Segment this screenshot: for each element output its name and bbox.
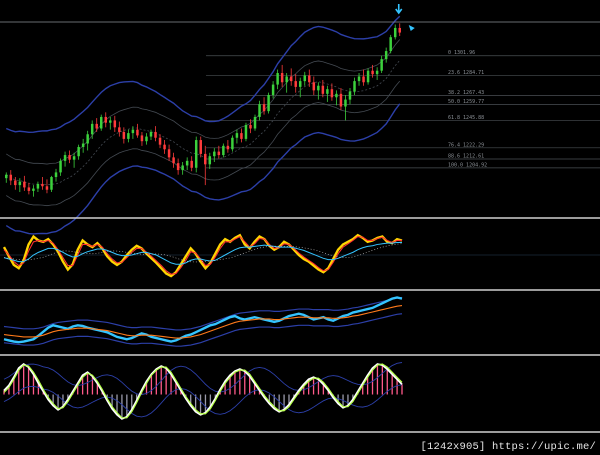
candle-body [357,76,361,82]
fibonacci-label: 0 1301.96 [448,50,475,56]
candle-body [375,70,379,75]
candle-body [262,104,266,112]
candle-body [118,127,121,132]
candle-body [194,140,198,168]
candle-body [249,125,252,129]
candle-body [154,131,157,138]
candle-body [380,59,383,71]
candle-body [312,82,316,91]
candle-body [131,129,135,134]
fibonacci-label: 38.2 1267.43 [448,90,484,96]
candle-body [199,140,202,154]
candle-body [280,73,284,83]
watermark-text: [1242x905] https://upic.me/ [419,441,597,453]
candle-body [14,180,17,186]
candle-body [258,104,261,117]
candle-body [240,133,243,139]
candle-body [362,76,365,83]
candle-body [167,149,171,158]
candle-body [231,137,234,150]
candle-body [285,76,288,83]
candle-body [9,174,13,181]
candle-body [181,165,184,171]
candle-body [330,89,334,98]
candle-body [109,120,112,123]
candle-body [81,143,85,147]
candle-body [149,131,153,137]
candle-body [41,183,44,187]
candle-body [371,70,374,75]
candle-body [158,137,162,145]
candle-body [23,181,26,188]
candle-body [32,188,35,191]
candle-body [36,183,40,189]
candle-body [384,51,388,60]
candle-body [389,37,392,52]
fibonacci-label: 100.0 1204.92 [448,162,487,168]
chart-canvas: 0 1301.96 23.6 1284.71 38.2 1267.43 50.0 12… [0,0,600,455]
candle-body [68,155,71,160]
fibonacci-label: 23.6 1284.71 [448,70,484,76]
candle-body [398,27,401,33]
candle-body [289,76,293,82]
fibonacci-label: 61.8 1245.88 [448,115,484,121]
candle-body [317,85,320,91]
fibonacci-label: 50.0 1259.77 [448,99,484,105]
candle-body [326,89,329,94]
candle-body [294,81,297,87]
candle-body [27,187,31,191]
candle-body [86,134,89,144]
candle-body [5,174,8,179]
candle-body [348,91,352,100]
candle-body [276,73,279,85]
candle-body [45,186,49,190]
candle-body [321,85,325,94]
candle-body [176,163,180,171]
candle-body [54,172,58,178]
candle-body [185,160,189,166]
candle-body [90,123,94,135]
candle-body [226,145,230,150]
candle-body [122,131,126,139]
candle-body [366,70,370,83]
candle-body [298,81,302,87]
candle-body [63,155,67,161]
candle-body [72,156,76,160]
candle-body [235,133,239,138]
candle-body [339,93,343,107]
candle-body [204,153,207,165]
candle-body [190,160,193,168]
candle-body [140,135,144,142]
candle-body [253,116,257,129]
candle-body [244,125,248,139]
candle-body [213,151,216,157]
fibonacci-label: 76.4 1222.29 [448,142,484,148]
candle-body [113,120,117,128]
candle-body [335,93,338,98]
candle-body [393,27,397,38]
candle-body [163,144,166,150]
candle-body [222,145,225,156]
candle-body [18,181,22,186]
candle-body [344,99,347,107]
candle-body [267,94,270,112]
candle-body [50,177,53,190]
candle-body [145,136,148,142]
candle-body [136,129,139,136]
candle-body [104,116,108,123]
candle-body [353,81,356,92]
candle-body [217,151,221,156]
candle-body [95,123,98,129]
candle-body [127,133,130,139]
candle-body [59,160,62,173]
candle-body [99,116,103,129]
candle-body [271,84,275,95]
candle-body [172,157,175,164]
candle-body [208,156,212,165]
candle-body [308,75,311,83]
fibonacci-label: 88.6 1212.61 [448,153,484,159]
candle-body [303,75,307,82]
candle-body [77,146,80,157]
